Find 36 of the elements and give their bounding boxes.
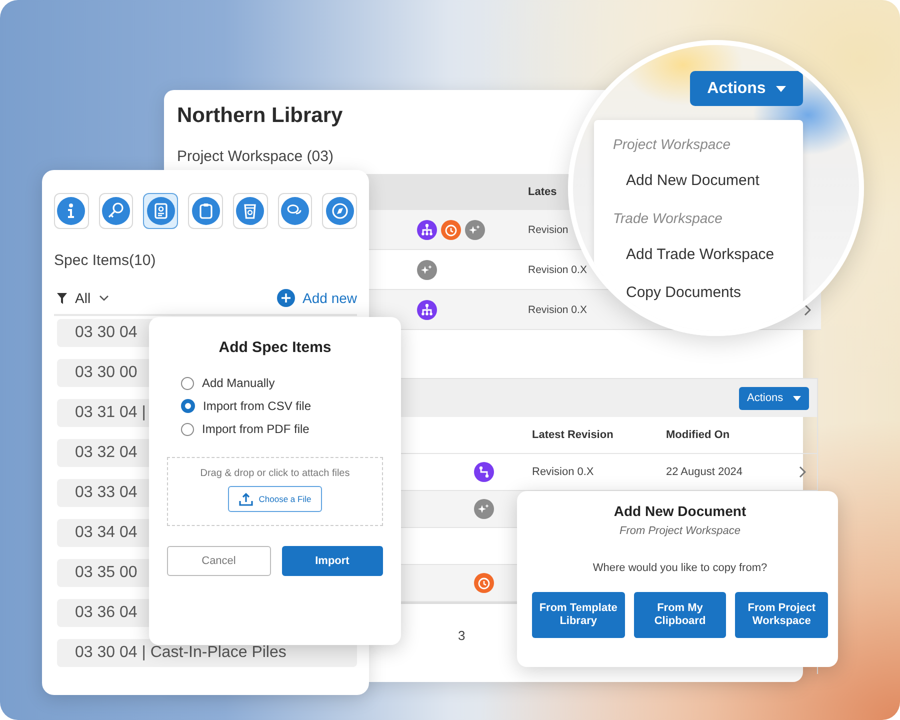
import-button[interactable]: Import — [282, 546, 383, 576]
menu-group-heading: Trade Workspace — [612, 210, 724, 228]
revision-cell-text: Revision 0.X — [528, 304, 588, 316]
revision-cell-text: Revision — [528, 224, 570, 236]
column-header: Modified On — [666, 429, 731, 441]
dialog-title: Add New Document — [612, 503, 748, 519]
source-button[interactable]: From Template Library — [532, 592, 625, 638]
menu-item[interactable]: Copy Documents — [594, 284, 803, 304]
menu-item[interactable]: Add New Document — [594, 172, 803, 192]
radio-label: Add Manually — [202, 376, 275, 390]
column-header: Latest Revision — [532, 429, 614, 441]
date-cell-text: 22 August 2024 — [666, 466, 744, 478]
radio-label: Import from PDF file — [202, 422, 310, 436]
spec-items-heading: Spec Items(10) — [54, 252, 157, 270]
filter-dropdown[interactable]: All — [75, 290, 91, 306]
column-header: Lates — [528, 186, 558, 198]
library-title: Northern Library — [177, 104, 344, 128]
cancel-button[interactable]: Cancel — [167, 546, 270, 576]
menu-group-heading: Project Workspace — [612, 136, 732, 154]
menu-item[interactable]: Add Trade Workspace — [594, 246, 803, 266]
choose-file-button[interactable]: Choose a File — [228, 486, 322, 512]
page-number[interactable]: 3 — [458, 628, 466, 643]
workspace-heading: Project Workspace (03) — [177, 148, 334, 166]
add-new-link[interactable]: Add new — [302, 290, 357, 306]
source-button[interactable]: From My Clipboard — [634, 592, 726, 638]
dialog-title: Add Spec Items — [218, 339, 332, 356]
drop-hint: Drag & drop or click to attach files — [200, 468, 350, 479]
drop-zone[interactable]: Drag & drop or click to attach files Choose a File — [167, 457, 383, 526]
radio-label: Import from CSV file — [203, 399, 312, 413]
actions-button[interactable]: Actions — [690, 71, 803, 106]
actions-button[interactable]: Actions — [739, 386, 809, 410]
dialog-subtitle: From Project Workspace — [618, 525, 742, 537]
source-button[interactable]: From Project Workspace — [735, 592, 828, 638]
dialog-question: Where would you like to copy from? — [592, 562, 768, 574]
revision-cell-text: Revision 0.X — [532, 466, 595, 478]
revision-cell-text: Revision 0.X — [528, 264, 588, 276]
